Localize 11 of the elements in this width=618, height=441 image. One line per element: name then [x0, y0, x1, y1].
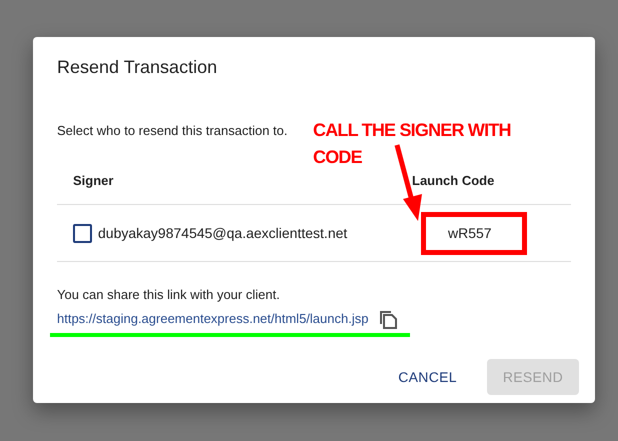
- checkbox[interactable]: [73, 224, 92, 242]
- share-text: You can share this link with your client.: [57, 287, 281, 302]
- launch-code: wR557: [447, 225, 492, 241]
- instruction-text: Select who to resend this transaction to.: [57, 123, 288, 138]
- dialog-button[interactable]: CANCEL: [382, 359, 473, 395]
- column-header: Launch Code: [412, 172, 496, 188]
- annotation-text: CALL THE SIGNER WITH CODE: [313, 119, 512, 169]
- launch-link[interactable]: https://staging.agreementexpress.net/html5/launch.jsp: [57, 310, 368, 326]
- column-header: Signer: [72, 172, 114, 188]
- signer-email: dubyakay9874545@qa.aexclienttest.net: [98, 225, 348, 241]
- dialog-title: Resend Transaction: [57, 57, 218, 78]
